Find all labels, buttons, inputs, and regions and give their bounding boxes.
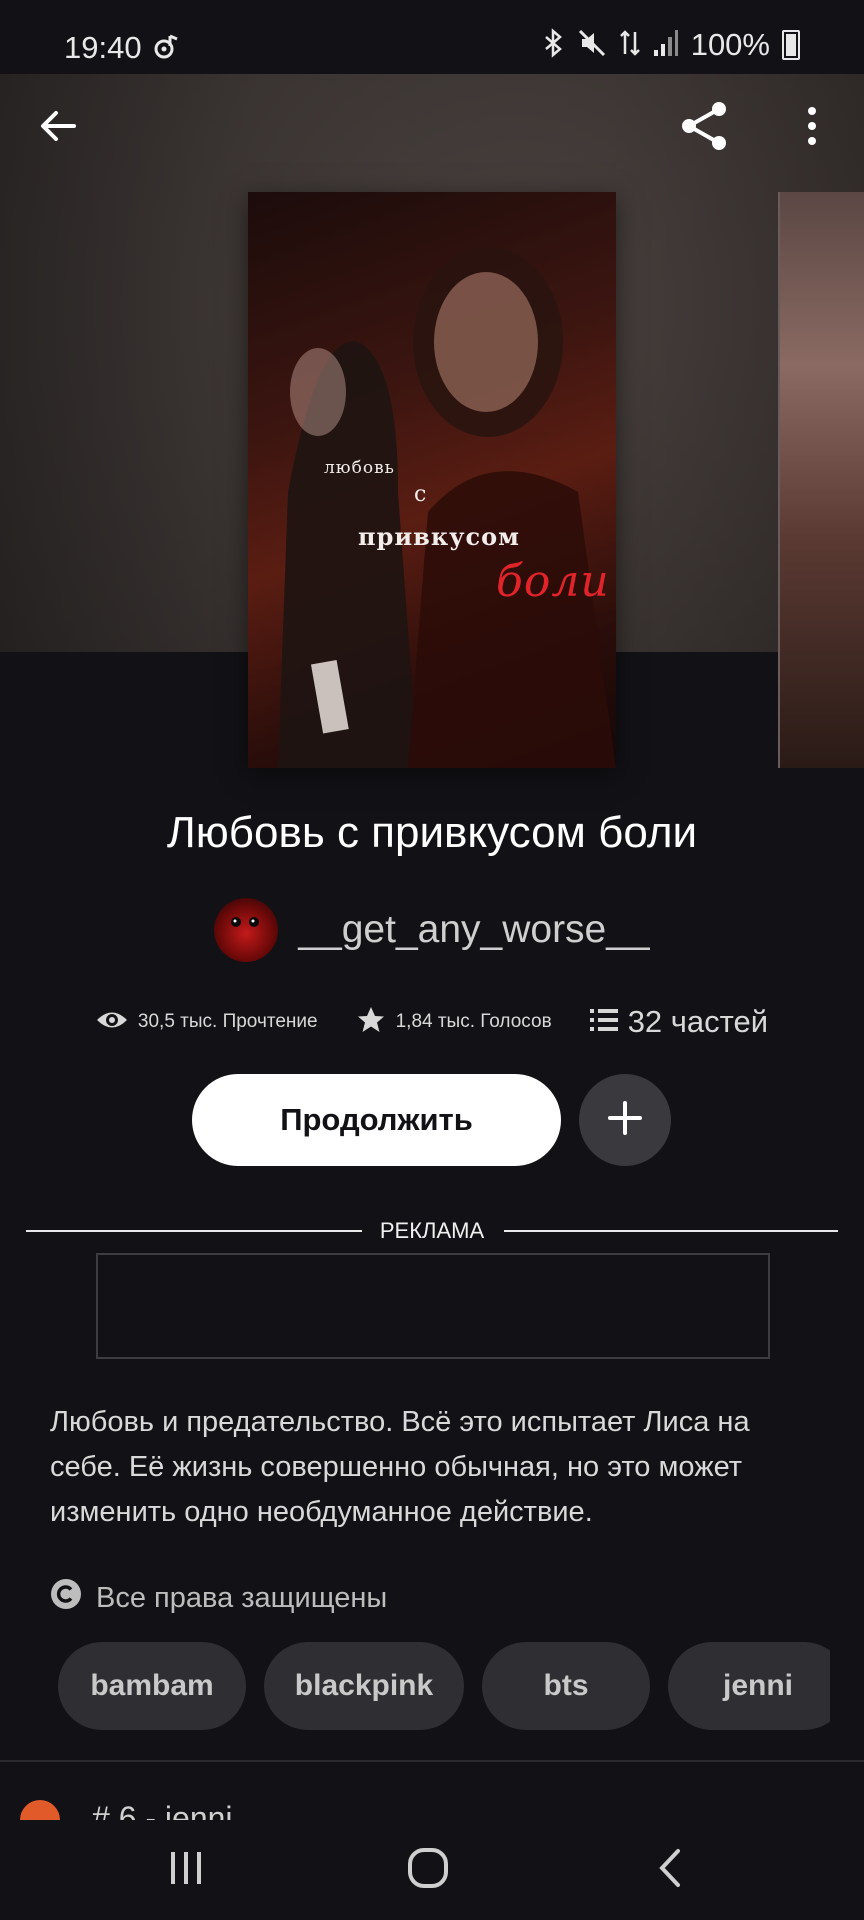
plus-icon [607,1100,643,1141]
reads-stat: 30,5 тыс. Прочтение [96,1009,318,1036]
data-arrows-icon [619,28,641,63]
share-icon [677,99,731,158]
book-cover[interactable]: любовь с привкусом боли [248,192,616,768]
recent-apps-icon [168,1850,204,1891]
story-stats: 30,5 тыс. Прочтение 1,84 тыс. Голосов 32… [0,998,864,1046]
add-to-library-button[interactable] [579,1074,671,1166]
chevron-left-icon [656,1848,684,1893]
next-book-cover[interactable] [778,192,864,768]
status-time: 19:40 [64,30,142,65]
battery-percent: 100% [690,27,770,62]
back-button[interactable] [30,100,86,156]
tag-chip[interactable]: bambam [58,1642,246,1730]
copyright-row: Все права защищены [50,1578,388,1618]
mute-icon [577,28,607,63]
cover-text-line4: боли [496,556,610,607]
tag-chip[interactable]: bts [482,1642,650,1730]
votes-count: 1,84 тыс. Голосов [395,1011,552,1032]
home-button[interactable] [398,1840,458,1900]
status-bar: 19:40 100% [0,0,864,74]
author-row[interactable]: __get_any_worse__ [0,898,864,962]
recent-apps-button[interactable] [156,1840,216,1900]
status-indicators: 100% [541,27,800,63]
continue-reading-button[interactable]: Продолжить [192,1074,561,1166]
votes-stat: 1,84 тыс. Голосов [356,1005,552,1040]
parts-stat[interactable]: 32 частей [589,1004,768,1040]
more-vertical-icon [806,106,818,151]
tag-chip[interactable]: blackpink [264,1642,464,1730]
arrow-left-icon [38,106,78,151]
ranking-badge-icon [20,1800,60,1820]
tag-chip[interactable]: jenni [668,1642,830,1730]
reads-count: 30,5 тыс. Прочтение [137,1011,318,1032]
ad-label: РЕКЛАМА [379,1218,485,1243]
home-icon [407,1847,449,1894]
cover-text-line3: привкусом [358,522,520,551]
system-nav-bar [0,1822,864,1920]
story-description: Любовь и предательство. Всё это испытает… [50,1406,750,1528]
music-note-icon [152,32,180,60]
signal-icon [653,28,679,63]
battery-icon [782,30,800,60]
star-icon [356,1005,386,1040]
bluetooth-icon [541,27,565,63]
cover-text-line2: с [414,482,428,507]
section-divider [0,1760,864,1762]
parts-count[interactable]: 32 частей [628,1004,768,1040]
list-icon [589,1008,618,1037]
tag-list: bambam blackpink bts jenni [58,1642,830,1732]
copyright-icon [50,1578,82,1618]
more-options-button[interactable] [784,100,840,156]
cover-artwork [278,247,616,768]
system-back-button[interactable] [640,1840,700,1900]
author-name[interactable]: __get_any_worse__ [298,908,649,952]
author-avatar[interactable] [214,898,279,962]
ranking-text: # 6 - jenni [92,1800,233,1820]
ad-banner[interactable] [96,1253,770,1359]
eye-icon [96,1009,128,1036]
story-title: Любовь с привкусом боли [166,808,698,857]
copyright-text: Все права защищены [96,1581,388,1614]
cover-text-line1: любовь [324,458,395,478]
ranking-row[interactable]: # 6 - jenni [20,1796,840,1820]
share-button[interactable] [676,100,732,156]
